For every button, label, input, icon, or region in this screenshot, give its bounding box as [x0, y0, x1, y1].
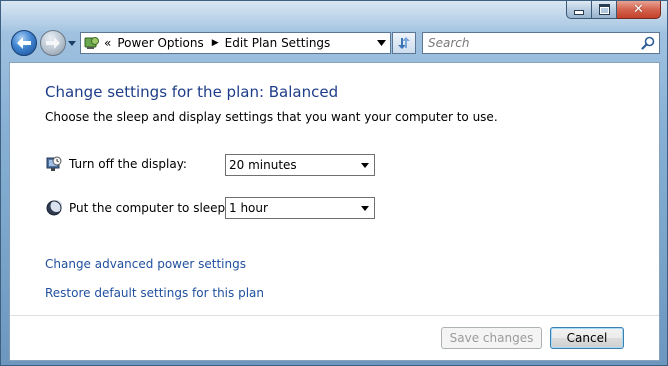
sleep-moon-icon	[46, 200, 62, 216]
sleep-timeout-value: 1 hour	[229, 201, 268, 215]
address-bar[interactable]: « Power Options ▶ Edit Plan Settings	[80, 32, 391, 54]
display-timeout-select[interactable]: 20 minutes	[225, 154, 375, 176]
window-frame: ✕ « Power Options ▶ Edit Plan Settings S…	[0, 0, 668, 366]
refresh-icon	[398, 37, 410, 49]
breadcrumb-overflow[interactable]: «	[104, 36, 111, 50]
search-input[interactable]	[423, 33, 638, 53]
page-subtitle: Choose the sleep and display settings th…	[45, 110, 498, 124]
chevron-down-icon	[361, 206, 369, 211]
minimize-button[interactable]	[566, 1, 592, 19]
maximize-button[interactable]	[592, 1, 617, 19]
sleep-timeout-select[interactable]: 1 hour	[225, 197, 375, 219]
address-dropdown-icon[interactable]	[377, 39, 386, 47]
breadcrumb-separator-icon[interactable]: ▶	[212, 38, 219, 48]
save-changes-button[interactable]: Save changes	[441, 327, 542, 349]
control-panel-icon	[84, 37, 99, 49]
display-clock-icon	[46, 156, 62, 171]
breadcrumb-power-options[interactable]: Power Options	[117, 36, 203, 50]
back-arrow-icon	[17, 37, 31, 49]
restore-defaults-link[interactable]: Restore default settings for this plan	[45, 286, 264, 300]
chevron-down-icon	[68, 40, 76, 46]
display-timeout-label: Turn off the display:	[69, 157, 187, 171]
forward-arrow-icon	[46, 37, 60, 49]
maximize-icon	[598, 4, 610, 15]
footer-divider	[10, 315, 659, 316]
page-title: Change settings for the plan: Balanced	[45, 83, 339, 101]
search-icon[interactable]	[641, 36, 655, 50]
recent-pages-button[interactable]	[67, 38, 77, 48]
chevron-down-icon	[361, 163, 369, 168]
minimize-icon	[574, 10, 584, 15]
advanced-settings-link[interactable]: Change advanced power settings	[45, 257, 246, 271]
caption-buttons: ✕	[566, 1, 661, 19]
display-timeout-value: 20 minutes	[229, 158, 297, 172]
close-button[interactable]: ✕	[617, 1, 661, 19]
sleep-timeout-label: Put the computer to sleep:	[69, 201, 230, 215]
cancel-button[interactable]: Cancel	[550, 327, 624, 349]
search-box	[422, 32, 660, 54]
content-pane: Change settings for the plan: Balanced C…	[9, 62, 660, 361]
close-icon: ✕	[633, 2, 644, 17]
forward-button[interactable]	[40, 30, 66, 56]
back-button[interactable]	[11, 30, 37, 56]
breadcrumb-edit-plan-settings[interactable]: Edit Plan Settings	[225, 36, 331, 50]
refresh-button[interactable]	[392, 32, 416, 54]
